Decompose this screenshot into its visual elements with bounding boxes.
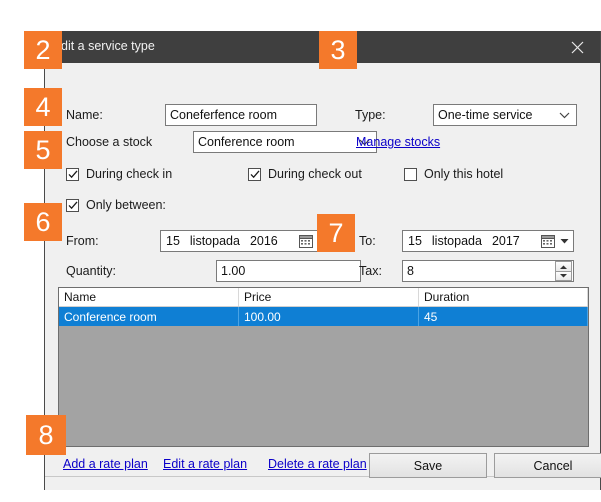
add-rate-plan-link[interactable]: Add a rate plan bbox=[63, 457, 148, 471]
from-date-year: 2016 bbox=[249, 234, 278, 248]
table-cell-name: Conference room bbox=[59, 307, 239, 326]
type-select-value: One-time service bbox=[438, 108, 533, 122]
type-select[interactable]: One-time service bbox=[433, 104, 577, 126]
page-root: dit a service type Name: Coneferfence ro… bbox=[0, 0, 601, 502]
annotation-badge-7: 7 bbox=[317, 214, 355, 252]
type-label: Type: bbox=[355, 108, 386, 122]
calendar-icon[interactable] bbox=[539, 233, 556, 249]
close-icon[interactable] bbox=[554, 31, 600, 63]
to-label: To: bbox=[359, 234, 376, 248]
checkbox-label: During check in bbox=[86, 167, 173, 181]
name-input[interactable]: Coneferfence room bbox=[165, 104, 317, 126]
from-date-picker[interactable]: 15 listopada 2016 bbox=[160, 230, 332, 252]
edit-rate-plan-link[interactable]: Edit a rate plan bbox=[163, 457, 247, 471]
stock-label: Choose a stock bbox=[66, 135, 153, 149]
table-column-header-duration[interactable]: Duration bbox=[419, 288, 588, 306]
table-row[interactable]: Conference room 100.00 45 bbox=[59, 307, 588, 326]
cancel-button[interactable]: Cancel bbox=[494, 453, 601, 478]
stepper-buttons[interactable] bbox=[555, 261, 572, 281]
rate-plans-table[interactable]: Name Price Duration Conference room 100.… bbox=[58, 287, 589, 447]
edit-service-type-dialog: dit a service type Name: Coneferfence ro… bbox=[44, 31, 601, 490]
dialog-title: dit a service type bbox=[61, 39, 155, 53]
checkbox-during-check-out[interactable]: During check out bbox=[248, 167, 362, 181]
stepper-down-icon[interactable] bbox=[555, 271, 572, 281]
table-column-header-name[interactable]: Name bbox=[59, 288, 239, 306]
checkbox-label: Only between: bbox=[86, 198, 166, 212]
to-date-year: 2017 bbox=[491, 234, 520, 248]
from-date-day: 15 bbox=[166, 234, 180, 248]
checkbox-label: Only this hotel bbox=[424, 167, 504, 181]
stock-select-value: Conference room bbox=[198, 135, 295, 149]
checkbox-only-between[interactable]: Only between: bbox=[66, 198, 166, 212]
to-date-day: 15 bbox=[408, 234, 422, 248]
annotation-badge-8: 8 bbox=[26, 415, 66, 455]
chevron-down-icon bbox=[556, 112, 572, 119]
dialog-body: Name: Coneferfence room Type: One-time s… bbox=[45, 63, 601, 490]
from-label: From: bbox=[66, 234, 99, 248]
to-date-month: listopada bbox=[431, 234, 482, 248]
checkbox-label: During check out bbox=[268, 167, 362, 181]
tax-value: 8 bbox=[407, 264, 414, 278]
checkbox-checked-icon bbox=[248, 167, 261, 181]
delete-rate-plan-link[interactable]: Delete a rate plan bbox=[268, 457, 367, 471]
table-column-header-price[interactable]: Price bbox=[239, 288, 419, 306]
annotation-badge-5: 5 bbox=[24, 131, 62, 169]
annotation-badge-2: 2 bbox=[24, 31, 62, 69]
page-backdrop bbox=[0, 0, 601, 30]
calendar-icon[interactable] bbox=[297, 233, 314, 249]
manage-stocks-link[interactable]: Manage stocks bbox=[356, 135, 440, 149]
to-date-picker[interactable]: 15 listopada 2017 bbox=[402, 230, 574, 252]
table-cell-price: 100.00 bbox=[239, 307, 419, 326]
save-button[interactable]: Save bbox=[369, 453, 487, 478]
checkbox-checked-icon bbox=[66, 167, 79, 181]
quantity-label: Quantity: bbox=[66, 264, 117, 278]
table-header-row: Name Price Duration bbox=[59, 288, 588, 307]
checkbox-checked-icon bbox=[66, 198, 79, 212]
table-cell-duration: 45 bbox=[419, 307, 588, 326]
stepper-up-icon[interactable] bbox=[555, 261, 572, 271]
annotation-badge-3: 3 bbox=[319, 31, 357, 69]
checkbox-only-this-hotel[interactable]: Only this hotel bbox=[404, 167, 503, 181]
checkbox-unchecked-icon bbox=[404, 167, 417, 181]
from-date-month: listopada bbox=[189, 234, 240, 248]
stock-select[interactable]: Conference room bbox=[193, 131, 377, 153]
annotation-badge-4: 4 bbox=[24, 88, 62, 126]
chevron-down-icon[interactable] bbox=[557, 238, 571, 244]
quantity-input[interactable]: 1.00 bbox=[216, 260, 361, 282]
name-label: Name: bbox=[66, 108, 103, 122]
tax-label: Tax: bbox=[359, 264, 382, 278]
annotation-badge-6: 6 bbox=[24, 203, 62, 241]
tax-stepper[interactable]: 8 bbox=[402, 260, 574, 282]
checkbox-during-check-in[interactable]: During check in bbox=[66, 167, 172, 181]
